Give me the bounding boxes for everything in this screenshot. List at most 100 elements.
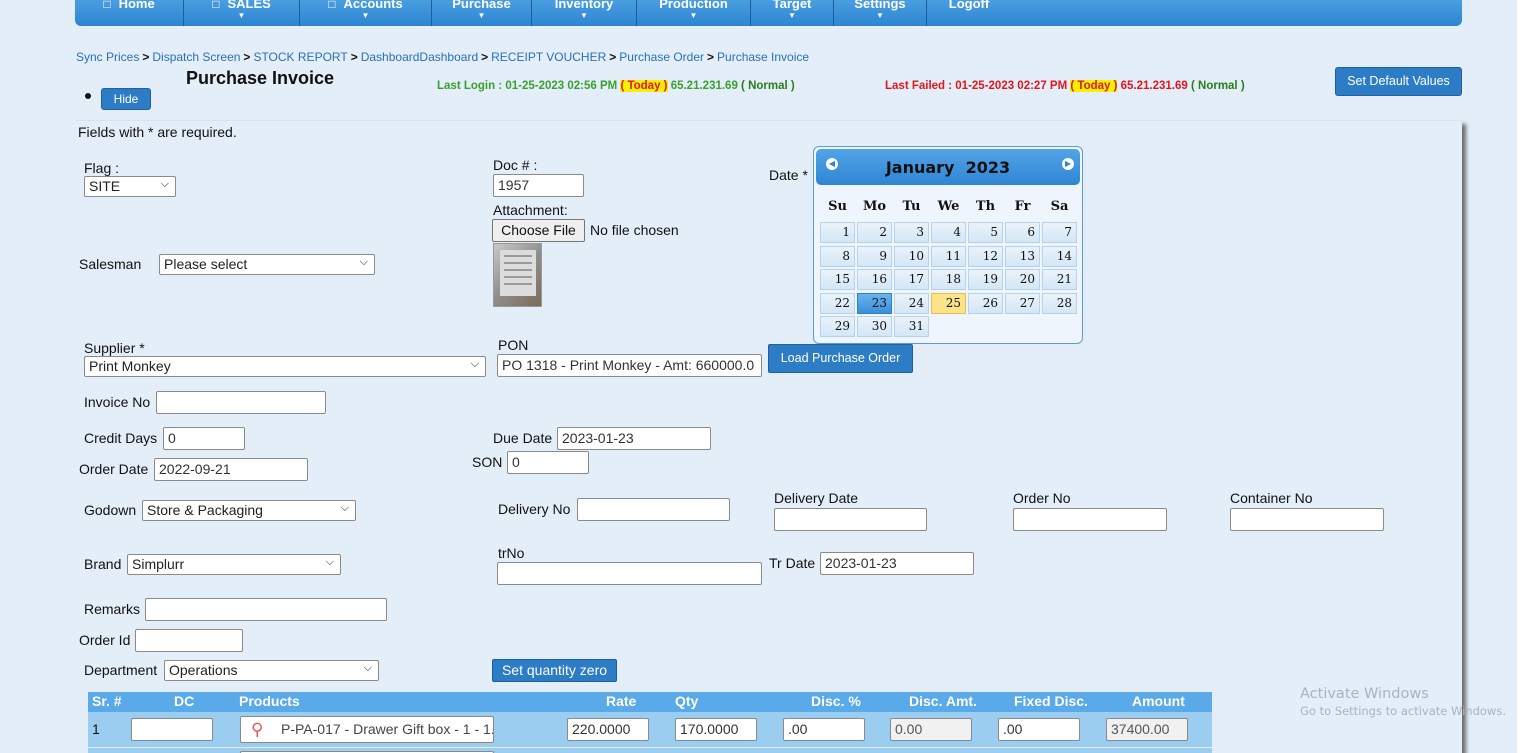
nav-logoff[interactable]: Logoff (927, 0, 1011, 26)
tr-date-input[interactable]: 2023-01-23 (820, 552, 974, 575)
breadcrumb-link[interactable]: Purchase Invoice (717, 50, 809, 64)
son-input[interactable]: 0 (507, 451, 589, 474)
order-id-input[interactable] (135, 629, 243, 652)
calendar-day[interactable]: 2 (857, 222, 892, 243)
breadcrumb-link[interactable]: STOCK REPORT (253, 50, 347, 64)
doc-number-input[interactable]: 1957 (493, 174, 584, 197)
delivery-no-input[interactable] (577, 498, 730, 521)
chevron-down-icon: ⌵ (340, 502, 349, 514)
calendar-day[interactable]: 22 (820, 292, 855, 314)
search-icon[interactable]: ⚲ (251, 719, 263, 740)
calendar-day[interactable]: 5 (968, 222, 1003, 243)
next-month-icon[interactable]: ▶ (1062, 158, 1074, 170)
trno-input[interactable] (497, 562, 762, 585)
nav-sales[interactable]: □ SALES ▼ (184, 0, 300, 26)
nav-inventory-label: Inventory (554, 0, 614, 11)
order-no-input[interactable] (1013, 508, 1167, 531)
brand-select[interactable]: Simplurr ⌵ (127, 554, 341, 575)
nav-purchase[interactable]: Purchase ▼ (432, 0, 532, 26)
order-date-input[interactable]: 2022-09-21 (154, 458, 308, 481)
delivery-date-input[interactable] (774, 508, 927, 531)
calendar-day[interactable]: 4 (931, 222, 966, 243)
doc-label: Doc # : (493, 157, 538, 173)
calendar-day[interactable]: 11 (931, 245, 966, 267)
nav-settings[interactable]: Settings ▼ (834, 0, 927, 26)
watermark-line2: Go to Settings to activate Windows. (1300, 704, 1506, 718)
calendar-day[interactable]: 24 (894, 292, 929, 314)
container-no-label: Container No (1230, 490, 1313, 506)
calendar-day[interactable]: 1 (820, 222, 855, 243)
calendar-day[interactable]: 21 (1042, 269, 1077, 290)
load-purchase-order-button[interactable]: Load Purchase Order (768, 344, 913, 373)
fixed-disc-input[interactable]: .00 (998, 718, 1080, 741)
calendar-day[interactable]: 30 (857, 316, 892, 337)
calendar-day[interactable]: 18 (931, 269, 966, 290)
calendar-day[interactable]: 20 (1005, 269, 1040, 290)
due-date-label: Due Date (493, 430, 553, 446)
product-value: P-PA-017 - Drawer Gift box - 1 - 1... (281, 721, 494, 737)
breadcrumb-link[interactable]: Sync Prices (76, 50, 139, 64)
calendar-day[interactable]: 29 (820, 316, 855, 337)
container-no-input[interactable] (1230, 508, 1384, 531)
calendar-day[interactable]: 8 (820, 245, 855, 267)
calendar-day[interactable]: 25 (931, 292, 966, 314)
set-quantity-zero-button[interactable]: Set quantity zero (492, 659, 617, 682)
calendar-day[interactable]: 12 (968, 245, 1003, 267)
hide-button[interactable]: Hide (101, 88, 151, 110)
calendar-day[interactable]: 13 (1005, 245, 1040, 267)
calendar-day[interactable]: 23 (857, 292, 892, 314)
caret-down-icon: ▼ (477, 11, 486, 20)
square-icon: □ (328, 0, 336, 11)
qty-input[interactable]: 170.0000 (675, 718, 757, 741)
nav-home[interactable]: □ Home (75, 0, 184, 26)
dc-input[interactable] (131, 718, 213, 741)
nav-inventory[interactable]: Inventory ▼ (532, 0, 637, 26)
disc-pct-input[interactable]: .00 (783, 718, 865, 741)
bullet-dot (85, 93, 91, 99)
rate-input[interactable]: 220.0000 (567, 718, 649, 741)
breadcrumb-link[interactable]: Purchase Order (619, 50, 704, 64)
calendar-day[interactable]: 27 (1005, 292, 1040, 314)
top-navbar: □ Home □ SALES ▼ □ Accounts ▼ Purchase ▼ In… (75, 0, 1462, 26)
breadcrumb-link[interactable]: Dispatch Screen (152, 50, 240, 64)
calendar-day[interactable]: 31 (894, 316, 929, 337)
calendar-day[interactable]: 28 (1042, 292, 1077, 314)
set-default-values-button[interactable]: Set Default Values (1335, 67, 1462, 96)
calendar-day[interactable]: 14 (1042, 245, 1077, 267)
breadcrumb-link[interactable]: RECEIPT VOUCHER (491, 50, 606, 64)
calendar-day[interactable]: 10 (894, 245, 929, 267)
calendar-day[interactable]: 17 (894, 269, 929, 290)
calendar-day[interactable]: 3 (894, 222, 929, 243)
calendar-day[interactable]: 7 (1042, 222, 1077, 243)
due-date-input[interactable]: 2023-01-23 (557, 427, 711, 450)
attachment-thumbnail[interactable] (493, 243, 542, 307)
credit-days-input[interactable]: 0 (163, 427, 245, 450)
invoice-no-input[interactable] (156, 391, 326, 414)
supplier-select[interactable]: Print Monkey ⌵ (84, 356, 486, 377)
choose-file-button[interactable]: Choose File (492, 219, 585, 242)
nav-target-label: Target (772, 0, 812, 11)
nav-production[interactable]: Production ▼ (637, 0, 751, 26)
salesman-select[interactable]: Please select ⌵ (159, 254, 375, 275)
remarks-input[interactable] (145, 598, 387, 621)
nav-accounts[interactable]: □ Accounts ▼ (300, 0, 432, 26)
watermark-line1: Activate Windows (1300, 686, 1429, 702)
godown-select[interactable]: Store & Packaging ⌵ (142, 500, 356, 521)
calendar-day[interactable]: 16 (857, 269, 892, 290)
flag-select[interactable]: SITE ⌵ (84, 176, 176, 197)
tr-date-label: Tr Date (769, 555, 816, 571)
breadcrumb-link[interactable]: DashboardDashboard (361, 50, 478, 64)
pon-input[interactable]: PO 1318 - Print Monkey - Amt: 660000.0 (497, 354, 762, 377)
calendar-day[interactable]: 15 (820, 269, 855, 290)
product-input[interactable]: ⚲ P-PA-017 - Drawer Gift box - 1 - 1... (240, 716, 494, 743)
calendar-day[interactable]: 26 (968, 292, 1003, 314)
nav-target[interactable]: Target ▼ (751, 0, 834, 26)
right-page-edge (1517, 0, 1536, 753)
department-select[interactable]: Operations ⌵ (164, 660, 379, 681)
calendar-day[interactable]: 9 (857, 245, 892, 267)
calendar-day[interactable]: 6 (1005, 222, 1040, 243)
order-id-label: Order Id (79, 632, 131, 648)
caret-down-icon: ▼ (788, 11, 796, 20)
required-note: Fields with * are required. (78, 124, 237, 140)
calendar-day[interactable]: 19 (968, 269, 1003, 290)
